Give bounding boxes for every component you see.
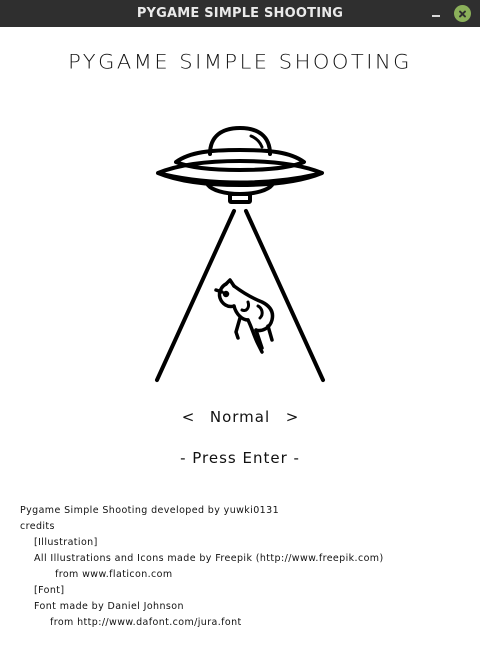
press-enter-prompt: - Press Enter - [180, 449, 300, 467]
credits-font-author: Font made by Daniel Johnson [34, 601, 184, 612]
difficulty-selector[interactable]: < Normal > [0, 408, 480, 430]
window-title: PYGAME SIMPLE SHOOTING [136, 6, 344, 21]
difficulty-value: Normal [209, 408, 271, 426]
beam-left [155, 209, 236, 382]
ufo-abducting-cow-icon [155, 126, 325, 382]
credits-illustration-heading: [Illustration] [34, 537, 98, 548]
beam-right [244, 209, 325, 382]
credits-illustration-author: All Illustrations and Icons made by Free… [34, 553, 384, 564]
game-title: PYGAME SIMPLE SHOOTING [68, 50, 412, 74]
difficulty-next-button[interactable]: > [285, 408, 299, 426]
credits-block: Pygame Simple Shooting developed by yuwk… [20, 504, 460, 632]
difficulty-prev-button[interactable]: < [181, 408, 195, 426]
cow [214, 278, 275, 354]
credits-font-heading: [Font] [34, 585, 65, 596]
credits-illustration-source: from www.flaticon.com [55, 569, 173, 580]
close-icon[interactable] [454, 5, 471, 22]
window-titlebar[interactable]: PYGAME SIMPLE SHOOTING [0, 0, 480, 27]
credits-heading: credits [20, 521, 55, 532]
credits-font-source: from http://www.dafont.com/jura.font [50, 617, 242, 628]
credits-developer: Pygame Simple Shooting developed by yuwk… [20, 505, 280, 516]
minimize-icon[interactable] [427, 5, 444, 22]
